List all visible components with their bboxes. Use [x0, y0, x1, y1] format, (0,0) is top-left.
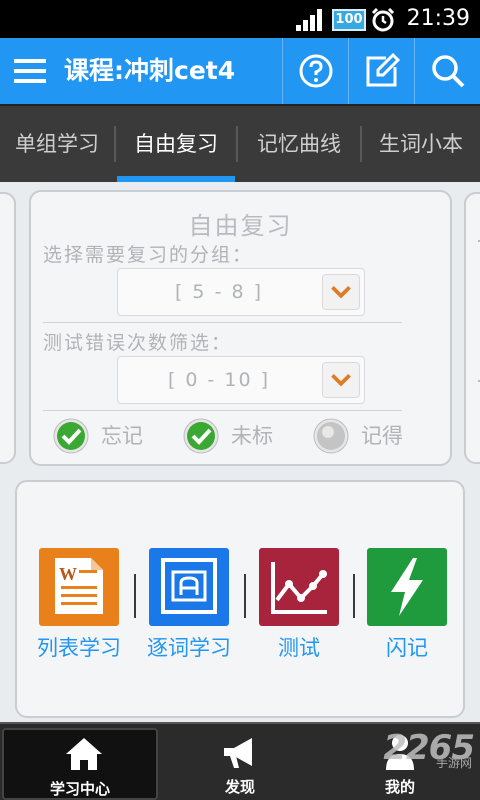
watermark-logo: 2265 手游网 [383, 728, 475, 770]
alarm-icon [371, 7, 395, 32]
bottom-nav: 学习中心 发现 我的 2265 手游网 [0, 722, 480, 800]
megaphone-icon [224, 738, 252, 768]
filter-forgot-checkbox[interactable]: 忘记 [53, 416, 163, 456]
check-circle-icon [53, 418, 89, 454]
card-title: 自由复习 [188, 212, 293, 240]
clock: 21:39 [406, 6, 470, 31]
svg-text:W: W [59, 564, 77, 584]
tab-bar: 单组学习 自由复习 记忆曲线 生词小本 [0, 104, 480, 182]
search-button[interactable] [414, 38, 480, 104]
tab-single-group[interactable]: 单组学习 [0, 106, 114, 182]
app-bar: 课程:冲刺cet4 [0, 38, 480, 104]
nav-study-center[interactable]: 学习中心 [2, 728, 158, 800]
status-bar: 100 21:39 [0, 0, 480, 38]
course-title: 课程:冲刺cet4 [64, 56, 236, 85]
unchecked-circle-icon [313, 418, 349, 454]
menu-icon[interactable] [14, 56, 46, 86]
tab-indicator [117, 176, 235, 182]
error-count-select[interactable]: [ 0 - 10 ] [117, 356, 365, 404]
next-card[interactable] [464, 192, 480, 464]
free-review-card: 自由复习 选择需要复习的分组： [ 5 - 8 ] 测试错误次数筛选： [ 0 … [29, 190, 452, 466]
filter-remembered-checkbox[interactable]: 记得 [313, 416, 423, 456]
filter-unmarked-checkbox[interactable]: 未标 [183, 416, 293, 456]
edit-button[interactable] [348, 38, 414, 104]
tab-vocab-notebook[interactable]: 生词小本 [362, 106, 480, 182]
chevron-down-icon [331, 285, 351, 299]
help-button[interactable] [282, 38, 348, 104]
group-label: 选择需要复习的分组： [43, 244, 254, 266]
tab-memory-curve[interactable]: 记忆曲线 [238, 106, 360, 182]
letter-a-icon [149, 548, 229, 626]
search-icon [432, 55, 465, 88]
battery-icon: 100 [332, 9, 366, 31]
edit-icon [366, 53, 400, 87]
word-document-icon: W [39, 548, 119, 626]
check-circle-icon [183, 418, 219, 454]
lightning-icon [367, 548, 447, 626]
study-modes-card: W 列表学习 逐词学习 测试 闪记 [15, 480, 465, 718]
group-range-select[interactable]: [ 5 - 8 ] [117, 268, 365, 316]
nav-discover[interactable]: 发现 [160, 728, 320, 800]
tab-free-review[interactable]: 自由复习 [117, 106, 235, 182]
home-icon [66, 738, 102, 770]
error-count-label: 测试错误次数筛选： [43, 332, 233, 354]
prev-card[interactable] [0, 192, 16, 464]
line-chart-icon [259, 548, 339, 626]
signal-icon [296, 9, 322, 31]
chevron-down-icon [331, 373, 351, 387]
group-range-value: [ 5 - 8 ] [174, 281, 264, 303]
error-count-value: [ 0 - 10 ] [167, 369, 271, 391]
help-icon [299, 54, 333, 88]
